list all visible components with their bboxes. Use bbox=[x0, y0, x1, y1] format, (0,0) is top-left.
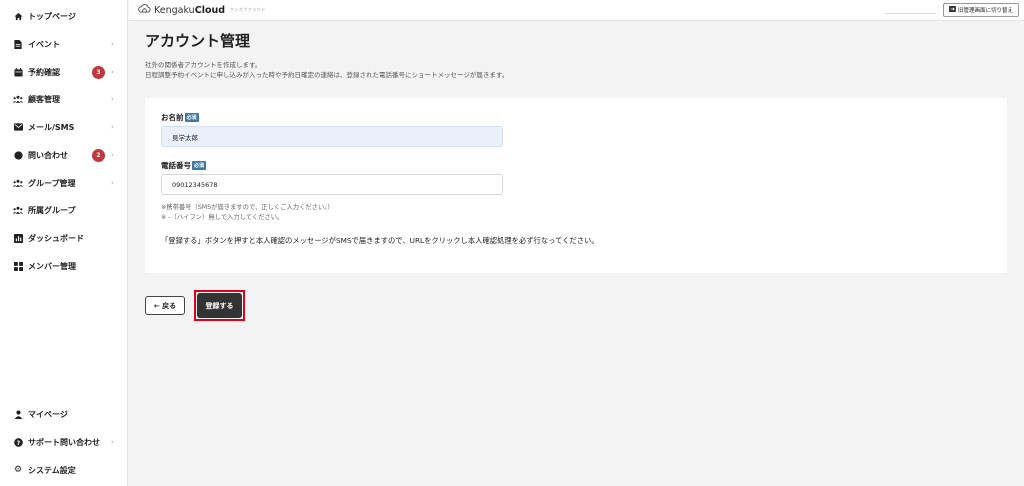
sidebar-item-reservations[interactable]: 予約確認 3 › bbox=[0, 61, 127, 83]
sidebar-item-label: 所属グループ bbox=[28, 205, 76, 215]
required-tag: 必須 bbox=[184, 113, 199, 122]
name-input[interactable]: 見学太郎 bbox=[161, 126, 503, 147]
register-button[interactable]: 登録する bbox=[197, 293, 242, 318]
header-divider bbox=[884, 13, 936, 14]
person-icon bbox=[13, 409, 23, 419]
phone-hyphen-note: ※ -（ハイフン）無しで入力してください。 bbox=[161, 214, 284, 221]
sidebar-item-top-page[interactable]: トップページ bbox=[0, 5, 127, 27]
chevron-right-icon: › bbox=[111, 438, 114, 446]
grid-icon bbox=[13, 261, 23, 271]
sidebar-item-my-groups[interactable]: 所属グループ bbox=[0, 199, 127, 221]
sidebar-item-label: トップページ bbox=[28, 11, 76, 21]
switch-legacy-admin-button[interactable]: 旧管理画面に切り替え bbox=[943, 3, 1019, 17]
top-bar: Kengaku Cloud ケンガククラウド 旧管理画面に切り替え bbox=[129, 0, 1024, 21]
sidebar-item-label: グループ管理 bbox=[28, 178, 76, 188]
name-label-text: お名前 bbox=[161, 113, 184, 122]
sidebar-item-label: システム設定 bbox=[28, 465, 76, 475]
calendar-icon bbox=[13, 67, 23, 77]
sidebar-item-label: 問い合わせ bbox=[28, 150, 68, 160]
sidebar-item-events[interactable]: イベント › bbox=[0, 33, 127, 55]
chevron-right-icon: › bbox=[111, 179, 114, 187]
sidebar: トップページ イベント › 予約確認 3 › 顧客管理 › メール/SMS › … bbox=[0, 0, 128, 486]
verification-info: 「登録する」ボタンを押すと本人確認のメッセージがSMSで届きますので、URLをク… bbox=[161, 236, 599, 245]
required-tag: 必須 bbox=[192, 161, 207, 170]
brand-subtitle: ケンガククラウド bbox=[230, 7, 266, 12]
name-label: お名前 必須 bbox=[161, 112, 199, 123]
brand-name-light: Kengaku bbox=[154, 4, 195, 16]
sidebar-item-label: 顧客管理 bbox=[28, 94, 60, 104]
sidebar-item-dashboard[interactable]: ダッシュボード bbox=[0, 227, 127, 249]
phone-label: 電話番号 必須 bbox=[161, 160, 207, 171]
sidebar-item-label: ダッシュボード bbox=[28, 233, 84, 243]
page-title: アカウント管理 bbox=[145, 32, 251, 50]
chevron-right-icon: › bbox=[111, 40, 114, 48]
sidebar-item-mail-sms[interactable]: メール/SMS › bbox=[0, 116, 127, 138]
sidebar-item-members[interactable]: メンバー管理 bbox=[0, 255, 127, 277]
chart-icon bbox=[13, 233, 23, 243]
sidebar-item-system-settings[interactable]: ⚙ システム設定 bbox=[0, 459, 127, 481]
group-icon bbox=[13, 178, 23, 188]
phone-label-text: 電話番号 bbox=[161, 161, 191, 170]
sidebar-item-label: 予約確認 bbox=[28, 67, 60, 77]
page-description-sms: 日程調整予約イベントに申し込みが入った時や予約日確定の連絡は、登録された電話番号… bbox=[145, 71, 509, 79]
phone-note: ※携帯番号（SMSが届きますので、正しくご入力ください。） bbox=[161, 204, 334, 211]
sidebar-item-customers[interactable]: 顧客管理 › bbox=[0, 88, 127, 110]
sidebar-item-label: イベント bbox=[28, 39, 60, 49]
page-description: 社外の関係者アカウントを作成します。 bbox=[145, 61, 262, 69]
brand-name-bold: Cloud bbox=[194, 4, 226, 16]
cloud-logo-icon bbox=[138, 4, 151, 16]
notification-badge: 3 bbox=[92, 65, 105, 79]
back-button[interactable]: ← 戻る bbox=[145, 296, 185, 315]
sidebar-item-inquiries[interactable]: 問い合わせ 2 › bbox=[0, 144, 127, 166]
sidebar-item-my-page[interactable]: マイページ bbox=[0, 403, 127, 425]
brand-logo[interactable]: Kengaku Cloud ケンガククラウド bbox=[138, 3, 266, 17]
sidebar-item-label: サポート問い合わせ bbox=[28, 437, 100, 447]
gear-icon: ⚙ bbox=[13, 464, 23, 475]
notification-badge: 2 bbox=[92, 148, 105, 162]
sidebar-item-support[interactable]: ? サポート問い合わせ › bbox=[0, 431, 127, 453]
sidebar-item-label: メール/SMS bbox=[28, 122, 75, 132]
group-icon bbox=[13, 205, 23, 215]
home-icon bbox=[13, 11, 23, 21]
chevron-right-icon: › bbox=[111, 123, 114, 131]
account-form-card: お名前 必須 見学太郎 電話番号 必須 09012345678 ※携帯番号（SM… bbox=[145, 98, 1007, 273]
sidebar-item-label: マイページ bbox=[28, 409, 68, 419]
chevron-right-icon: › bbox=[111, 95, 114, 103]
phone-input[interactable]: 09012345678 bbox=[161, 174, 503, 195]
chat-icon bbox=[13, 150, 23, 160]
switch-legacy-admin-label: 旧管理画面に切り替え bbox=[957, 8, 1013, 14]
sidebar-item-label: メンバー管理 bbox=[28, 261, 76, 271]
mail-icon bbox=[13, 122, 23, 132]
document-icon bbox=[13, 39, 23, 49]
chevron-right-icon: › bbox=[111, 151, 114, 159]
people-icon bbox=[13, 94, 23, 104]
svg-text:?: ? bbox=[16, 439, 20, 446]
chevron-right-icon: › bbox=[111, 68, 114, 76]
sidebar-item-group-management[interactable]: グループ管理 › bbox=[0, 172, 127, 194]
switch-icon bbox=[949, 6, 956, 14]
help-icon: ? bbox=[13, 437, 23, 447]
